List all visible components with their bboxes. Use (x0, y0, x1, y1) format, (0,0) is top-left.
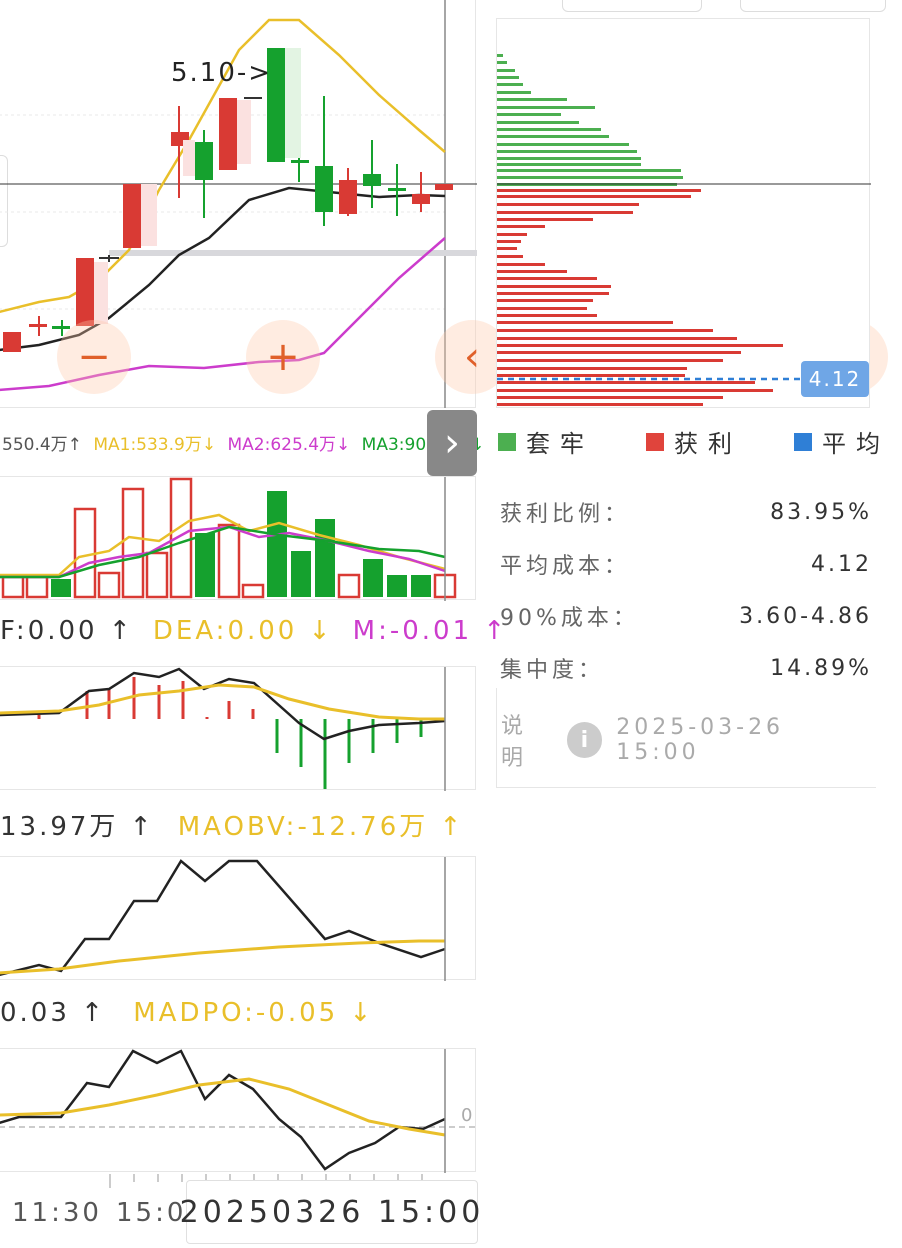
dpo-panel[interactable]: 0 (0, 1048, 477, 1173)
average-cost-badge: 4.12 (801, 361, 869, 397)
dpo-chart (0, 1049, 477, 1173)
time-axis: 11:30 15:0 20250326 15:00 (0, 1172, 480, 1248)
zero-label: 0 (461, 1105, 473, 1126)
volume-value: 550.4万↑ (2, 435, 82, 455)
macd-indicator-row: F:0.00 ↑ DEA:0.00 ↓ M:-0.01 ↑ (0, 616, 508, 646)
stat-row-average-cost: 平均成本： 4.12 (500, 538, 872, 590)
volume-indicator-row: 550.4万↑ MA1:533.9万↓ MA2:625.4万↓ MA3:900.… (2, 430, 484, 455)
chevron-left-icon: ‹ (464, 334, 480, 380)
cursor-time-label: 20250326 15:00 (180, 1180, 480, 1244)
expand-panel-button[interactable]: › (427, 410, 477, 476)
green-square-icon (498, 432, 516, 451)
time-label-1: 11:30 (12, 1198, 102, 1228)
obv-panel[interactable] (0, 856, 476, 981)
chip-distribution-panel[interactable]: 4.12 (496, 18, 871, 408)
stat-value: 14.89% (770, 655, 872, 681)
volume-chart (0, 477, 457, 601)
chip-note-row: 说明 i 2025-03-26 15:00 (496, 688, 876, 788)
candles (3, 48, 453, 352)
maobv-value: MAOBV:-12.76万 ↑ (177, 812, 465, 842)
volume-panel[interactable] (0, 476, 476, 601)
dpo-indicator-row: 0.03 ↑ MADPO:-0.05 ↓ (0, 998, 374, 1028)
plus-icon: + (266, 334, 300, 380)
chip-legend: 套牢 获利 平均 (498, 424, 890, 459)
macd-dea: DEA:0.00 ↓ (152, 616, 334, 646)
stat-row-profit-ratio: 获利比例： 83.95% (500, 486, 872, 538)
minus-icon: − (77, 334, 111, 380)
legend-average-label: 平均 (822, 430, 890, 458)
madpo-value: MADPO:-0.05 ↓ (133, 998, 375, 1028)
macd-m: M:-0.01 ↑ (352, 616, 509, 646)
stat-value: 3.60-4.86 (739, 603, 872, 629)
legend-profit: 获利 (646, 424, 742, 459)
stat-value: 83.95% (770, 499, 872, 525)
price-annotation: 5.10-> (171, 58, 273, 88)
stat-label: 获利比例： (500, 502, 631, 527)
legend-locked: 套牢 (498, 424, 594, 459)
chip-distribution-chart (497, 54, 871, 406)
dpo-value: 0.03 ↑ (0, 998, 106, 1028)
zoom-out-button[interactable]: − (57, 320, 131, 394)
volume-ma2: MA2:625.4万↓ (227, 435, 351, 455)
red-square-icon (646, 432, 664, 451)
legend-locked-label: 套牢 (526, 430, 594, 458)
chevron-right-icon: › (444, 420, 460, 466)
stat-row-90-cost: 90%成本： 3.60-4.86 (500, 590, 872, 642)
stat-label: 平均成本： (500, 554, 631, 579)
macd-panel[interactable] (0, 666, 476, 791)
top-tab-button-2[interactable] (740, 0, 886, 12)
obv-indicator-row: 13.97万 ↑ MAOBV:-12.76万 ↑ (0, 806, 464, 843)
note-time: 2025-03-26 15:00 (616, 715, 785, 765)
stat-value: 4.12 (811, 551, 872, 577)
obv-chart (0, 857, 446, 981)
stat-label: 集中度： (500, 658, 605, 683)
obv-value: 13.97万 ↑ (0, 812, 155, 842)
stat-row-concentration: 集中度： 14.89% (500, 642, 872, 694)
macd-chart (0, 667, 446, 791)
volume-ma1: MA1:533.9万↓ (93, 435, 217, 455)
stat-label: 90%成本： (500, 606, 639, 631)
legend-profit-label: 获利 (674, 430, 742, 458)
blue-square-icon (794, 432, 812, 451)
top-tab-button-1[interactable] (562, 0, 702, 12)
macd-dif: F:0.00 ↑ (0, 616, 134, 646)
chip-stats: 获利比例： 83.95% 平均成本： 4.12 90%成本： 3.60-4.86… (500, 486, 872, 694)
time-label-2: 15:0 (116, 1198, 187, 1228)
zoom-in-button[interactable]: + (246, 320, 320, 394)
info-icon[interactable]: i (566, 722, 603, 758)
legend-average: 平均 (794, 424, 890, 459)
note-label: 说明 (501, 714, 528, 771)
